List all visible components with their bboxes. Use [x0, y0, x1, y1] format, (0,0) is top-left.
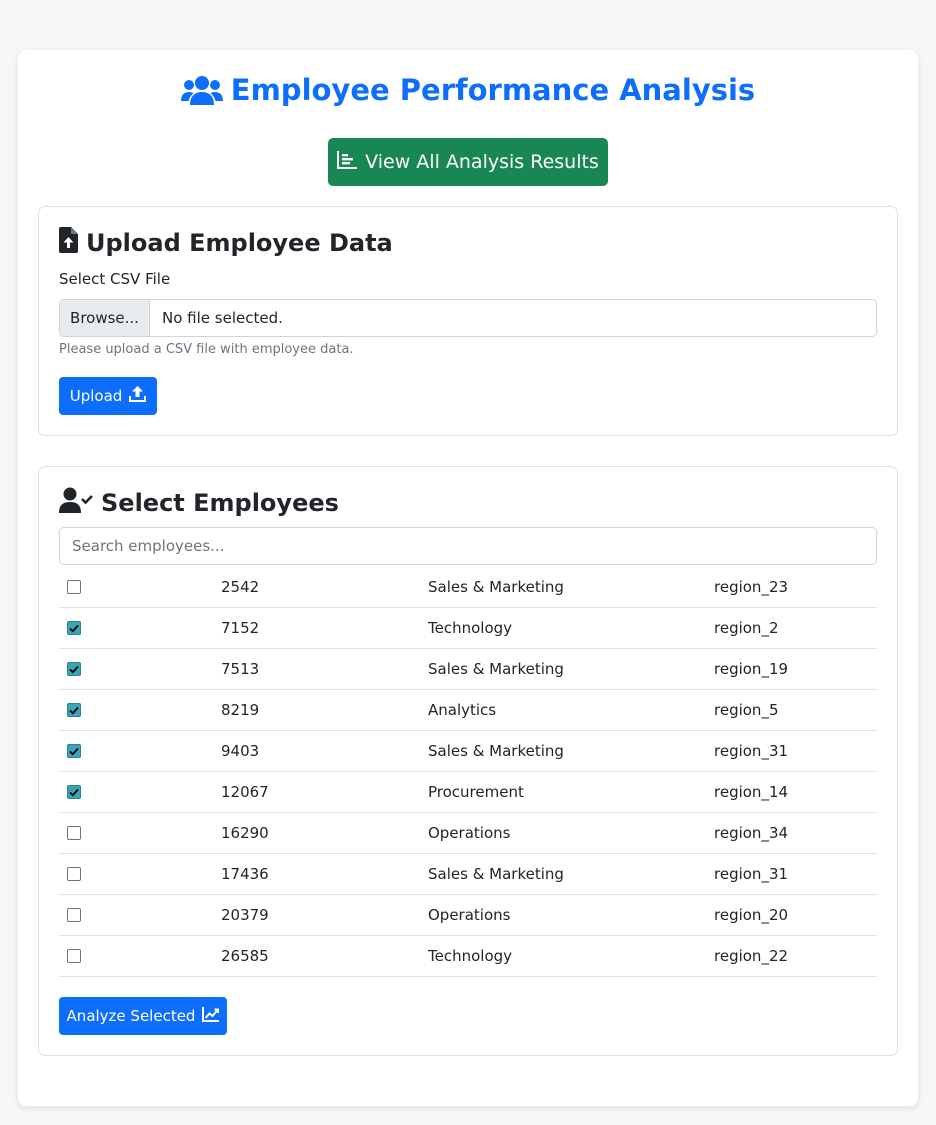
- view-all-results-label: View All Analysis Results: [365, 151, 599, 173]
- checkmark-icon: [69, 706, 79, 714]
- employee-region: region_20: [714, 906, 789, 924]
- browse-button[interactable]: Browse...: [60, 300, 150, 336]
- users-icon: [180, 74, 223, 106]
- employee-region: region_19: [714, 660, 789, 678]
- upload-button-label: Upload: [69, 387, 123, 405]
- row-checkbox-cell[interactable]: [67, 608, 81, 648]
- employee-department: Technology: [428, 619, 513, 637]
- row-checkbox[interactable]: [67, 908, 81, 922]
- employee-department: Analytics: [428, 701, 497, 719]
- table-row[interactable]: 7152 Technology region_2: [59, 608, 877, 649]
- employee-region: region_5: [714, 701, 779, 719]
- row-checkbox-cell[interactable]: [67, 895, 81, 935]
- employee-department: Operations: [428, 906, 511, 924]
- table-row[interactable]: 16290 Operations region_34: [59, 813, 877, 854]
- row-checkbox-cell[interactable]: [67, 649, 81, 689]
- employee-region: region_34: [714, 824, 789, 842]
- employee-id: 9403: [221, 742, 260, 760]
- upload-card-title-text: Upload Employee Data: [86, 229, 393, 257]
- row-checkbox-cell[interactable]: [67, 690, 81, 730]
- employee-id: 2542: [221, 578, 260, 596]
- upload-icon: [129, 386, 147, 406]
- employee-department: Technology: [428, 947, 513, 965]
- employee-region: region_14: [714, 783, 789, 801]
- row-checkbox[interactable]: [67, 703, 81, 717]
- employee-id: 16290: [221, 824, 269, 842]
- table-row[interactable]: 17436 Sales & Marketing region_31: [59, 854, 877, 895]
- row-checkbox-cell[interactable]: [67, 936, 81, 976]
- employee-department: Sales & Marketing: [428, 660, 564, 678]
- row-checkbox-cell[interactable]: [67, 567, 81, 607]
- employee-id: 7513: [221, 660, 260, 678]
- employee-region: region_31: [714, 742, 789, 760]
- employee-region: region_31: [714, 865, 789, 883]
- page-title-text: Employee Performance Analysis: [230, 73, 756, 107]
- csv-file-input[interactable]: Browse... No file selected.: [59, 299, 877, 337]
- table-row[interactable]: 12067 Procurement region_14: [59, 772, 877, 813]
- row-checkbox[interactable]: [67, 826, 81, 840]
- file-upload-icon: [59, 227, 78, 259]
- employee-region: region_23: [714, 578, 789, 596]
- table-row[interactable]: 7513 Sales & Marketing region_19: [59, 649, 877, 690]
- employee-region: region_22: [714, 947, 789, 965]
- page-title: Employee Performance Analysis: [18, 70, 918, 110]
- upload-help-text: Please upload a CSV file with employee d…: [59, 342, 354, 357]
- user-check-icon: [59, 487, 93, 519]
- checkmark-icon: [69, 788, 79, 796]
- employee-department: Sales & Marketing: [428, 578, 564, 596]
- employees-card-title-text: Select Employees: [101, 489, 339, 517]
- checkmark-icon: [69, 665, 79, 673]
- employee-id: 26585: [221, 947, 269, 965]
- employees-card: Select Employees 2542 Sales & Marketing re…: [38, 466, 898, 1056]
- employee-id: 17436: [221, 865, 269, 883]
- file-status-text: No file selected.: [162, 309, 283, 327]
- row-checkbox-cell[interactable]: [67, 772, 81, 812]
- row-checkbox[interactable]: [67, 785, 81, 799]
- employee-id: 7152: [221, 619, 260, 637]
- employee-id: 12067: [221, 783, 269, 801]
- employee-region: region_2: [714, 619, 779, 637]
- upload-card-title: Upload Employee Data: [59, 227, 393, 259]
- search-employees-input[interactable]: [59, 527, 877, 565]
- checkmark-icon: [69, 624, 79, 632]
- employees-card-title: Select Employees: [59, 487, 339, 519]
- row-checkbox[interactable]: [67, 662, 81, 676]
- upload-card: Upload Employee Data Select CSV File Bro…: [38, 206, 898, 436]
- row-checkbox-cell[interactable]: [67, 813, 81, 853]
- main-panel: Employee Performance Analysis View All A…: [18, 50, 918, 1106]
- table-row[interactable]: 9403 Sales & Marketing region_31: [59, 731, 877, 772]
- employee-department: Sales & Marketing: [428, 742, 564, 760]
- employees-table: 2542 Sales & Marketing region_23 7152 Techno…: [59, 567, 877, 977]
- chart-bar-icon: [337, 150, 358, 174]
- employee-department: Procurement: [428, 783, 524, 801]
- row-checkbox[interactable]: [67, 744, 81, 758]
- table-row[interactable]: 2542 Sales & Marketing region_23: [59, 567, 877, 608]
- upload-button[interactable]: Upload: [59, 377, 157, 415]
- csv-file-label: Select CSV File: [59, 270, 171, 288]
- employee-id: 20379: [221, 906, 269, 924]
- employee-id: 8219: [221, 701, 260, 719]
- employee-department: Operations: [428, 824, 511, 842]
- row-checkbox-cell[interactable]: [67, 731, 81, 771]
- employee-department: Sales & Marketing: [428, 865, 564, 883]
- table-row[interactable]: 8219 Analytics region_5: [59, 690, 877, 731]
- row-checkbox[interactable]: [67, 867, 81, 881]
- table-row[interactable]: 20379 Operations region_20: [59, 895, 877, 936]
- table-row[interactable]: 26585 Technology region_22: [59, 936, 877, 977]
- analyze-selected-button[interactable]: Analyze Selected: [59, 997, 227, 1035]
- row-checkbox[interactable]: [67, 621, 81, 635]
- row-checkbox-cell[interactable]: [67, 854, 81, 894]
- row-checkbox[interactable]: [67, 580, 81, 594]
- checkmark-icon: [69, 747, 79, 755]
- row-checkbox[interactable]: [67, 949, 81, 963]
- view-all-results-button[interactable]: View All Analysis Results: [328, 138, 608, 186]
- chart-line-icon: [202, 1006, 220, 1026]
- analyze-selected-label: Analyze Selected: [66, 1007, 196, 1025]
